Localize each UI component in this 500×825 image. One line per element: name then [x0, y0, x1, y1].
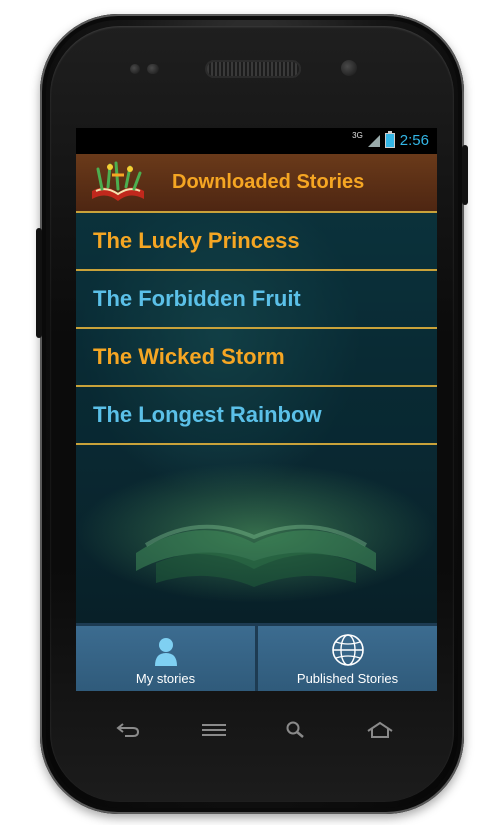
power-button [462, 145, 468, 205]
story-list: The Lucky Princess The Forbidden Fruit T… [76, 213, 437, 445]
clock-time: 2:56 [399, 132, 429, 149]
menu-button[interactable] [194, 718, 234, 742]
published-stories-label: Published Stories [296, 671, 399, 686]
home-icon [367, 721, 393, 738]
page-title: Downloaded Stories [172, 171, 365, 193]
app-header: Downloaded Stories [76, 154, 437, 213]
list-item[interactable]: The Wicked Storm [76, 329, 437, 387]
status-bar: 3G 2:56 [76, 128, 437, 154]
search-icon [286, 721, 304, 738]
person-icon [154, 638, 177, 666]
menu-icon [202, 724, 226, 736]
my-stories-label: My stories [135, 671, 196, 686]
globe-icon [331, 634, 364, 666]
network-type: 3G [352, 131, 363, 140]
home-button[interactable] [360, 718, 400, 742]
phone-screen: 3G 2:56 Downloaded Stories The Lucky Pri… [76, 128, 437, 691]
volume-button [36, 228, 42, 338]
story-title: The Lucky Princess [93, 228, 300, 253]
back-icon [116, 723, 140, 737]
light-sensor [147, 64, 159, 74]
hardware-nav-bar [76, 712, 437, 752]
my-stories-button[interactable]: My stories [76, 626, 255, 691]
earpiece-speaker [205, 60, 301, 78]
battery-icon [384, 131, 395, 148]
front-camera-icon [341, 60, 357, 76]
proximity-sensor [130, 64, 140, 74]
bottom-tab-bar: My stories Published Stories [76, 623, 437, 691]
story-title: The Wicked Storm [93, 344, 285, 369]
published-stories-button[interactable]: Published Stories [258, 626, 437, 691]
list-item[interactable]: The Forbidden Fruit [76, 271, 437, 329]
list-item[interactable]: The Lucky Princess [76, 213, 437, 271]
open-book-background [136, 524, 376, 587]
signal-icon [367, 134, 380, 147]
story-title: The Longest Rainbow [93, 402, 322, 427]
story-content-area: The Lucky Princess The Forbidden Fruit T… [76, 213, 437, 623]
list-item[interactable]: The Longest Rainbow [76, 387, 437, 445]
back-button[interactable] [108, 718, 148, 742]
book-logo-icon [92, 161, 144, 201]
story-title: The Forbidden Fruit [93, 286, 301, 311]
search-button[interactable] [276, 718, 316, 742]
